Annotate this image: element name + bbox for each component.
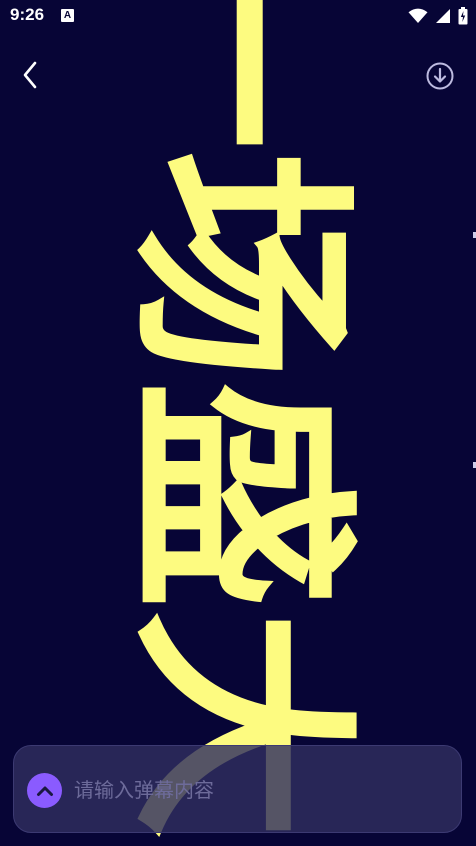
back-button[interactable] [14, 58, 46, 92]
chevron-up-icon [36, 786, 53, 796]
status-time: 9:26 [10, 5, 45, 24]
download-button[interactable] [424, 60, 456, 92]
chevron-left-icon [23, 61, 37, 89]
danmaku-char: 盛 [105, 380, 372, 611]
expand-button[interactable] [27, 773, 62, 808]
wifi-icon [408, 8, 428, 23]
cellular-signal-icon [436, 9, 450, 23]
status-bar: 9:26 A [0, 0, 476, 32]
danmaku-char: 场 [105, 150, 372, 381]
danmaku-display: 一 场 盛 大 [105, 0, 372, 840]
status-icons [408, 6, 468, 26]
danmaku-text-input[interactable] [74, 770, 444, 810]
a-icon: A [61, 9, 74, 22]
download-circle-icon [426, 62, 454, 90]
danmaku-screen: 一 场 盛 大 9:26 A [0, 0, 476, 846]
battery-icon [458, 7, 468, 25]
danmaku-input-bar [13, 745, 462, 833]
